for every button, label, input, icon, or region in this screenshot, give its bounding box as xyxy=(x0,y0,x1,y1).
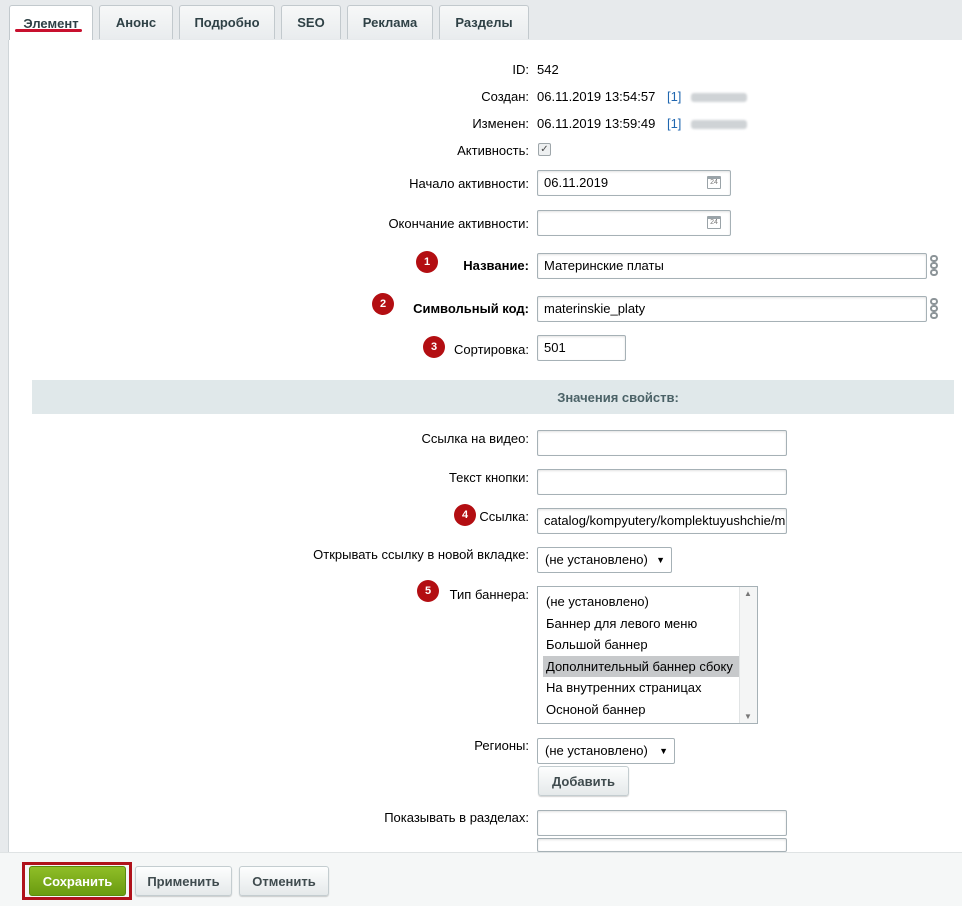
tab-label: Анонс xyxy=(115,15,157,30)
chevron-down-icon: ▼ xyxy=(659,746,668,756)
tab-announce[interactable]: Анонс xyxy=(99,5,173,39)
regions-value: (не установлено) xyxy=(545,743,648,758)
add-region-label: Добавить xyxy=(552,773,615,789)
apply-label: Применить xyxy=(147,873,220,889)
code-value: materinskie_platy xyxy=(544,301,646,316)
calendar-icon[interactable]: 24 xyxy=(707,216,721,229)
active-from-input[interactable]: 06.11.2019 24 xyxy=(537,170,731,196)
sort-input[interactable]: 501 xyxy=(537,335,626,361)
tab-label: Разделы xyxy=(455,15,513,30)
cancel-button[interactable]: Отменить xyxy=(239,866,329,896)
step-badge-3: 3 xyxy=(423,336,445,358)
modified-label: Изменен: xyxy=(472,116,529,131)
banner-type-label: Тип баннера: xyxy=(449,587,529,602)
step-badge-2: 2 xyxy=(372,293,394,315)
sort-label: Сортировка: xyxy=(454,342,529,357)
tab-bar: Элемент Анонс Подробно SEO Реклама Разде… xyxy=(0,0,962,41)
name-label: Название: xyxy=(463,258,529,273)
step-badge-5: 5 xyxy=(417,580,439,602)
tab-ads[interactable]: Реклама xyxy=(347,5,433,39)
code-label: Символьный код: xyxy=(413,301,529,316)
banner-type-listbox[interactable]: (не установлено) Баннер для левого меню … xyxy=(537,586,758,724)
link-chain-icon[interactable] xyxy=(930,298,940,320)
regions-label: Регионы: xyxy=(474,738,529,753)
open-new-tab-value: (не установлено) xyxy=(545,552,648,567)
listbox-option-selected[interactable]: Дополнительный баннер сбоку xyxy=(543,656,739,677)
modified-value: 06.11.2019 13:59:49 xyxy=(537,116,656,131)
listbox-option[interactable]: Большой баннер xyxy=(543,634,739,655)
active-tab-underline xyxy=(15,29,82,32)
open-new-tab-select[interactable]: (не установлено) ▼ xyxy=(537,547,672,573)
scroll-down-icon[interactable]: ▼ xyxy=(744,712,752,721)
video-link-label: Ссылка на видео: xyxy=(421,431,529,446)
active-from-value: 06.11.2019 xyxy=(544,175,609,190)
listbox-option[interactable]: Осноной баннер xyxy=(543,699,739,720)
properties-heading: Значения свойств: xyxy=(32,380,954,414)
created-user-link[interactable]: [1] xyxy=(667,89,681,104)
redacted-username xyxy=(691,120,748,130)
active-to-label: Окончание активности: xyxy=(388,216,529,231)
link-label: Ссылка: xyxy=(479,509,529,524)
checkmark-icon: ✓ xyxy=(540,144,549,155)
created-value: 06.11.2019 13:54:57 xyxy=(537,89,656,104)
active-to-input[interactable]: 24 xyxy=(537,210,731,236)
modified-user-link[interactable]: [1] xyxy=(667,116,681,131)
chevron-down-icon: ▼ xyxy=(656,555,665,565)
tab-label: Реклама xyxy=(362,15,418,30)
created-row: 06.11.2019 13:54:57 [1] xyxy=(537,89,748,104)
listbox-option[interactable]: Баннер для левого меню xyxy=(543,613,739,634)
redacted-username xyxy=(691,93,748,103)
form-panel xyxy=(8,40,962,852)
scroll-up-icon[interactable]: ▲ xyxy=(744,589,752,598)
active-label: Активность: xyxy=(457,143,529,158)
save-label: Сохранить xyxy=(42,873,113,889)
button-text-input[interactable] xyxy=(537,469,787,495)
regions-select[interactable]: (не установлено) ▼ xyxy=(537,738,675,764)
show-in-sections-input[interactable] xyxy=(537,810,787,836)
step-badge-4: 4 xyxy=(454,504,476,526)
id-label: ID: xyxy=(512,62,529,77)
code-input[interactable]: materinskie_platy xyxy=(537,296,927,322)
video-link-input[interactable] xyxy=(537,430,787,456)
listbox-scrollbar[interactable]: ▲ ▼ xyxy=(739,587,757,723)
active-from-label: Начало активности: xyxy=(409,176,529,191)
tab-sections[interactable]: Разделы xyxy=(439,5,529,39)
tab-label: SEO xyxy=(297,15,325,30)
tab-label: Подробно xyxy=(194,15,260,30)
add-region-button[interactable]: Добавить xyxy=(538,766,629,796)
active-checkbox[interactable]: ✓ xyxy=(538,143,551,156)
save-button[interactable]: Сохранить xyxy=(29,866,126,896)
apply-button[interactable]: Применить xyxy=(135,866,232,896)
modified-row: 06.11.2019 13:59:49 [1] xyxy=(537,116,748,131)
show-in-sections-input-2[interactable] xyxy=(537,838,787,852)
link-input[interactable]: catalog/kompyutery/komplektuyushchie/m xyxy=(537,508,787,534)
listbox-option[interactable]: (не установлено) xyxy=(543,591,739,612)
id-value: 542 xyxy=(537,62,559,77)
tab-seo[interactable]: SEO xyxy=(281,5,341,39)
step-badge-1: 1 xyxy=(416,251,438,273)
properties-heading-text: Значения свойств: xyxy=(557,389,679,405)
name-input[interactable]: Материнские платы xyxy=(537,253,927,279)
cancel-label: Отменить xyxy=(252,873,316,889)
link-chain-icon[interactable] xyxy=(930,255,940,277)
button-text-label: Текст кнопки: xyxy=(448,470,529,485)
open-new-tab-label: Открывать ссылку в новой вкладке: xyxy=(313,547,529,562)
name-value: Материнские платы xyxy=(544,258,664,273)
created-label: Создан: xyxy=(481,89,529,104)
tab-detail[interactable]: Подробно xyxy=(179,5,275,39)
link-value: catalog/kompyutery/komplektuyushchie/m xyxy=(544,513,786,528)
listbox-option[interactable]: На внутренних страницах xyxy=(543,677,739,698)
calendar-icon[interactable]: 24 xyxy=(707,176,721,189)
sort-value: 501 xyxy=(544,340,566,355)
show-in-sections-label: Показывать в разделах: xyxy=(384,810,529,825)
tab-element[interactable]: Элемент xyxy=(9,5,93,41)
